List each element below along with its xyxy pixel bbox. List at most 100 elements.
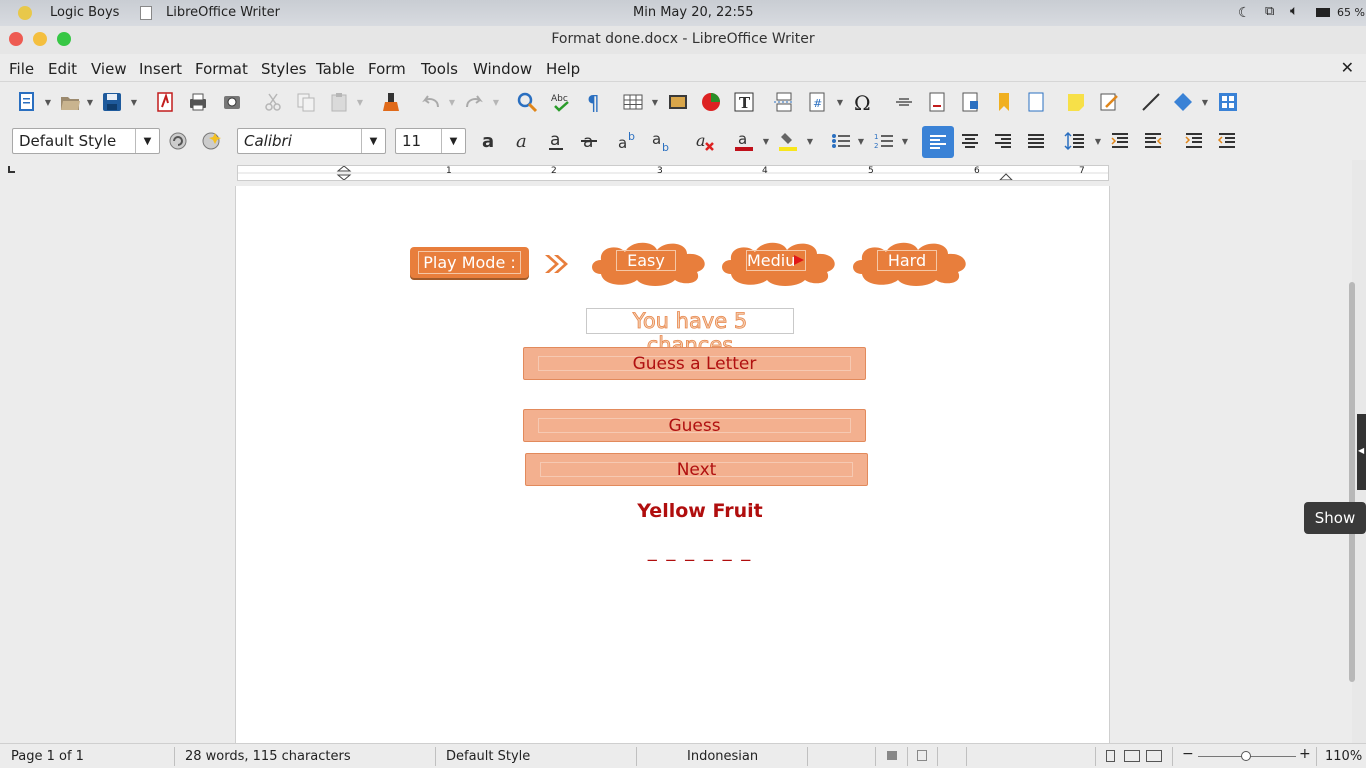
menu-file[interactable]: File [9, 60, 34, 78]
level-easy-label[interactable]: Easy [616, 250, 676, 271]
zoom-slider-handle[interactable] [1241, 751, 1251, 761]
unordered-list-icon[interactable] [828, 128, 854, 154]
export-pdf-icon[interactable] [152, 89, 178, 115]
strikethrough-icon[interactable]: a [576, 128, 602, 154]
horizontal-ruler[interactable]: 1 2 3 4 5 6 7 [237, 165, 1109, 181]
scrollbar-thumb[interactable] [1349, 282, 1355, 682]
print-icon[interactable] [185, 89, 211, 115]
chevron-down-icon[interactable]: ▼ [1201, 89, 1209, 115]
special-character-icon[interactable]: Ω [850, 89, 876, 115]
underline-icon[interactable]: a [543, 128, 569, 154]
taskbar-app-logic-boys[interactable]: Logic Boys [18, 5, 119, 20]
undo-icon[interactable] [418, 89, 444, 115]
tab-stop-icon[interactable] [8, 166, 15, 173]
decrease-indent-icon[interactable] [1214, 128, 1240, 154]
copy-icon[interactable] [293, 89, 319, 115]
subscript-icon[interactable]: ab [649, 128, 675, 154]
spelling-icon[interactable]: Abc [548, 89, 574, 115]
chevron-down-icon[interactable]: ▼ [361, 129, 385, 153]
clock[interactable]: Min May 20, 22:55 [633, 5, 753, 20]
insert-endnote-icon[interactable] [957, 89, 983, 115]
chevron-down-icon[interactable]: ▼ [806, 128, 814, 154]
chevron-down-icon[interactable]: ▼ [130, 89, 138, 115]
menu-tools[interactable]: Tools [421, 60, 458, 78]
guess-button[interactable]: Guess [523, 409, 866, 442]
new-style-icon[interactable] [198, 128, 224, 154]
level-hard-label[interactable]: Hard [877, 250, 937, 271]
chevron-down-icon[interactable]: ▼ [441, 129, 465, 153]
chevron-down-icon[interactable]: ▼ [651, 89, 659, 115]
insert-comment-icon[interactable] [1063, 89, 1089, 115]
chevron-down-icon[interactable]: ▼ [448, 89, 456, 115]
book-view-icon[interactable] [1146, 750, 1162, 762]
sidebar-show-handle[interactable]: ◀ [1357, 414, 1366, 490]
multi-page-view-icon[interactable] [1124, 750, 1140, 762]
menu-format[interactable]: Format [195, 60, 248, 78]
save-icon[interactable] [99, 89, 125, 115]
insert-mode-icon[interactable] [887, 751, 897, 760]
ordered-list-icon[interactable]: 12 [871, 128, 897, 154]
find-replace-icon[interactable] [514, 89, 540, 115]
battery-icon[interactable] [1316, 8, 1330, 17]
bold-icon[interactable]: a [476, 128, 502, 154]
insert-chart-icon[interactable] [698, 89, 724, 115]
increase-indent-icon[interactable] [1181, 128, 1207, 154]
network-icon[interactable]: ⧉ [1265, 4, 1274, 19]
insert-field-icon[interactable]: # [804, 89, 830, 115]
increase-paragraph-spacing-icon[interactable] [1107, 128, 1133, 154]
menu-view[interactable]: View [91, 60, 127, 78]
align-left-icon[interactable] [922, 126, 954, 158]
taskbar-app-writer[interactable]: LibreOffice Writer [140, 5, 280, 20]
insert-image-icon[interactable] [665, 89, 691, 115]
next-button[interactable]: Next [525, 453, 868, 486]
open-folder-icon[interactable] [57, 89, 83, 115]
single-page-view-icon[interactable] [1106, 750, 1115, 762]
night-mode-icon[interactable]: ☾ [1238, 5, 1251, 21]
sidebar-toggle-icon[interactable] [1215, 89, 1241, 115]
track-changes-icon[interactable] [1096, 89, 1122, 115]
insert-cross-reference-icon[interactable] [1023, 89, 1049, 115]
align-right-icon[interactable] [990, 128, 1016, 154]
redo-icon[interactable] [461, 89, 487, 115]
print-preview-icon[interactable] [219, 89, 245, 115]
paste-icon[interactable] [326, 89, 352, 115]
chevron-down-icon[interactable]: ▼ [135, 129, 159, 153]
page-count[interactable]: Page 1 of 1 [11, 749, 84, 764]
close-document-icon[interactable]: ✕ [1341, 58, 1354, 77]
align-center-icon[interactable] [957, 128, 983, 154]
guess-letter-field[interactable]: Guess a Letter [523, 347, 866, 380]
menu-styles[interactable]: Styles [261, 60, 307, 78]
insert-table-icon[interactable] [620, 89, 646, 115]
menu-insert[interactable]: Insert [139, 60, 182, 78]
word-count[interactable]: 28 words, 115 characters [185, 749, 351, 764]
menu-window[interactable]: Window [473, 60, 532, 78]
zoom-in-icon[interactable]: + [1299, 746, 1311, 762]
font-color-icon[interactable]: a [731, 128, 757, 154]
superscript-icon[interactable]: ab [615, 128, 641, 154]
insert-footnote-icon[interactable] [924, 89, 950, 115]
line-spacing-icon[interactable] [1062, 128, 1088, 154]
insert-line-icon[interactable] [1138, 89, 1164, 115]
chevron-down-icon[interactable]: ▼ [762, 128, 770, 154]
zoom-out-icon[interactable]: − [1182, 746, 1194, 762]
chevron-down-icon[interactable]: ▼ [1094, 128, 1102, 154]
language[interactable]: Indonesian [687, 749, 758, 764]
chevron-down-icon[interactable]: ▼ [356, 89, 364, 115]
insert-page-break-icon[interactable] [771, 89, 797, 115]
volume-icon[interactable]: 🔈︎ [1290, 3, 1298, 19]
justify-icon[interactable] [1023, 128, 1049, 154]
insert-bookmark-icon[interactable] [991, 89, 1017, 115]
zoom-level[interactable]: 110% [1325, 749, 1362, 764]
menu-help[interactable]: Help [546, 60, 580, 78]
italic-icon[interactable]: a [509, 128, 535, 154]
highlight-color-icon[interactable] [775, 128, 801, 154]
chevron-down-icon[interactable]: ▼ [86, 89, 94, 115]
formatting-marks-icon[interactable]: ¶ [581, 89, 607, 115]
chances-text[interactable]: You have 5 chances [586, 308, 794, 357]
paragraph-style-select[interactable]: Default Style ▼ [12, 128, 160, 154]
font-size-select[interactable]: 11 ▼ [395, 128, 466, 154]
update-style-icon[interactable] [165, 128, 191, 154]
new-document-icon[interactable] [14, 89, 40, 115]
document-modified-icon[interactable] [917, 750, 927, 761]
clear-formatting-icon[interactable]: a [691, 128, 717, 154]
